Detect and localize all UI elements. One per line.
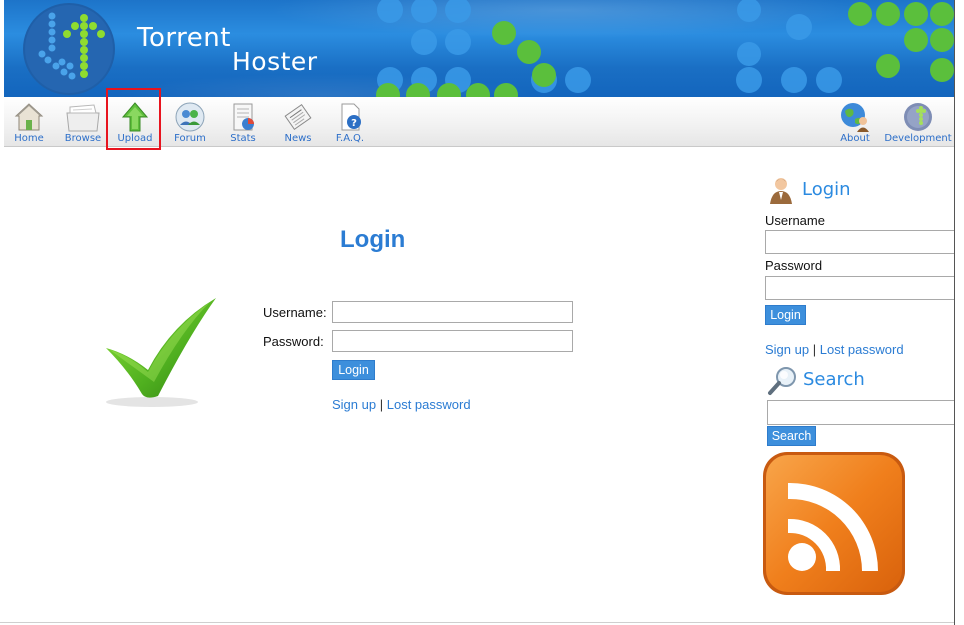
- site-logo: [23, 3, 115, 95]
- link-separator: |: [379, 397, 384, 412]
- nav-home[interactable]: Home: [10, 97, 48, 146]
- sidebar-password-input[interactable]: [765, 276, 954, 300]
- main-auth-links: Sign up | Lost password: [332, 397, 471, 412]
- nav-about-label: About: [840, 133, 870, 144]
- nav-home-label: Home: [14, 133, 44, 144]
- svg-text:?: ?: [351, 118, 357, 129]
- nav-stats-label: Stats: [230, 133, 256, 144]
- nav-browse[interactable]: Browse: [60, 97, 106, 146]
- username-input[interactable]: [332, 301, 573, 323]
- sidebar-search-heading: Search: [803, 369, 865, 390]
- footer-divider: [0, 622, 954, 623]
- lost-password-link[interactable]: Lost password: [387, 397, 471, 412]
- user-icon: [770, 178, 792, 204]
- sidebar-login-button[interactable]: Login: [765, 305, 806, 325]
- nav-about[interactable]: About: [834, 97, 876, 146]
- forum-icon: [175, 102, 205, 132]
- username-label: Username:: [263, 305, 327, 320]
- nav-faq-label: F.A.Q.: [335, 133, 365, 144]
- sidebar-username-input[interactable]: [765, 230, 954, 254]
- about-icon: [841, 103, 869, 132]
- rss-icon[interactable]: [762, 451, 906, 596]
- nav-browse-label: Browse: [64, 133, 102, 144]
- nav-development[interactable]: Development: [884, 97, 952, 146]
- site-title-line1: Torrent: [137, 23, 231, 53]
- sidebar-password-label: Password: [765, 258, 823, 273]
- window-edge: [954, 0, 959, 625]
- nav-faq[interactable]: ? F.A.Q.: [332, 97, 368, 146]
- login-button[interactable]: Login: [332, 360, 375, 380]
- sidebar-login-heading: Login: [802, 179, 851, 200]
- nav-stats[interactable]: Stats: [226, 97, 260, 146]
- nav-news-label: News: [284, 133, 312, 144]
- sidebar-username-label: Username: [765, 213, 825, 228]
- nav-development-label: Development: [884, 133, 952, 144]
- sidebar-auth-links: Sign up | Lost password: [765, 342, 904, 357]
- site-title-line2: Hoster: [232, 47, 318, 76]
- sidebar-search-input[interactable]: [767, 400, 954, 425]
- faq-icon: ?: [341, 103, 361, 131]
- sidebar-link-separator: |: [812, 342, 817, 357]
- password-input[interactable]: [332, 330, 573, 352]
- sidebar-search-button[interactable]: Search: [767, 426, 816, 446]
- home-icon: [14, 103, 44, 131]
- upload-highlight-box: [106, 88, 161, 150]
- development-icon: [904, 103, 932, 131]
- sidebar-lost-password-link[interactable]: Lost password: [820, 342, 904, 357]
- browse-icon: [66, 104, 100, 132]
- nav-forum[interactable]: Forum: [170, 97, 210, 146]
- news-icon: [284, 104, 312, 130]
- sidebar-signup-link[interactable]: Sign up: [765, 342, 809, 357]
- magnifier-icon: [768, 367, 796, 395]
- stats-icon: [233, 103, 254, 131]
- site-banner: Torrent Hoster: [4, 0, 954, 97]
- password-label: Password:: [263, 334, 324, 349]
- nav-news[interactable]: News: [280, 97, 316, 146]
- checkmark-icon: [106, 298, 216, 407]
- nav-forum-label: Forum: [174, 133, 206, 144]
- signup-link[interactable]: Sign up: [332, 397, 376, 412]
- page-title: Login: [340, 226, 406, 253]
